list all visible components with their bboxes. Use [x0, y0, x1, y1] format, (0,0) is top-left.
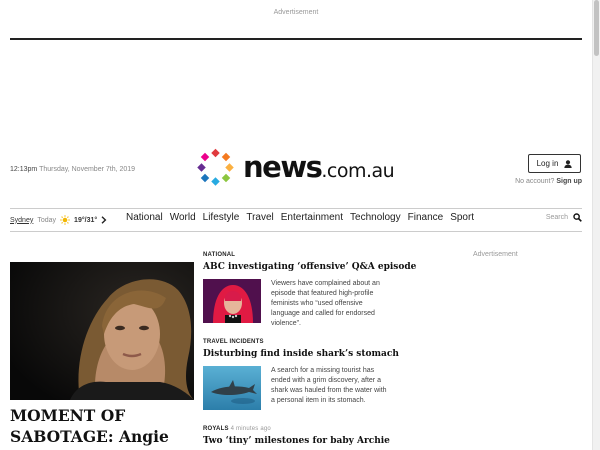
story-headline[interactable]: Disturbing find inside shark’s stomach — [203, 349, 399, 359]
story-summary: A search for a missing tourist has ended… — [271, 367, 387, 404]
story-category: ROYALS 4 minutes ago — [203, 426, 389, 432]
story-thumbnail[interactable] — [203, 366, 261, 410]
search-icon[interactable] — [573, 213, 582, 222]
weather-city[interactable]: Sydney — [10, 217, 33, 224]
nav-top-divider — [10, 208, 582, 209]
advertisement-label-side: Advertisement — [473, 251, 518, 258]
nav-item-finance[interactable]: Finance — [408, 212, 444, 223]
nav-item-sport[interactable]: Sport — [450, 212, 474, 223]
category-label: TRAVEL INCIDENTS — [203, 339, 264, 345]
logo-wordmark: news.com.au — [243, 150, 395, 184]
nav-item-national[interactable]: National — [126, 212, 163, 223]
signup-link[interactable]: Sign up — [556, 178, 582, 185]
hero-photo — [10, 262, 194, 400]
chevron-right-icon[interactable] — [101, 216, 107, 224]
story-thumbnail[interactable] — [203, 279, 261, 323]
login-button[interactable]: Log in — [528, 154, 581, 173]
story-headline[interactable]: Two ‘tiny’ milestones for baby Archie — [203, 436, 390, 446]
site-logo[interactable]: news.com.au — [196, 148, 396, 188]
hero-headline[interactable]: MOMENT OF SABOTAGE: Angie left in tears … — [10, 405, 200, 450]
search-label[interactable]: Search — [546, 214, 568, 221]
main-nav: National World Lifestyle Travel Entertai… — [126, 212, 474, 223]
nav-item-world[interactable]: World — [170, 212, 196, 223]
story-category: NATIONAL — [203, 252, 389, 258]
hero-image[interactable] — [10, 262, 194, 400]
story-card[interactable]: TRAVEL INCIDENTS Disturbing find inside … — [203, 339, 399, 419]
header-rule — [10, 38, 582, 40]
no-account-text: No account? — [515, 178, 555, 185]
current-time: 12:13pm — [10, 166, 38, 173]
logo-domain: .com.au — [321, 160, 395, 182]
story-category: TRAVEL INCIDENTS — [203, 339, 389, 345]
search-control[interactable]: Search — [520, 213, 582, 222]
logo-icon — [197, 148, 234, 186]
sun-icon — [60, 215, 70, 225]
logo-news: news — [243, 150, 323, 184]
category-label: ROYALS — [203, 426, 229, 432]
story-time-ago: 4 minutes ago — [230, 426, 271, 432]
scrollbar-thumb[interactable] — [594, 0, 599, 56]
user-icon — [564, 159, 573, 168]
advertisement-label-top: Advertisement — [273, 9, 319, 16]
story-headline[interactable]: ABC investigating ‘offensive’ Q&A episod… — [203, 262, 416, 272]
login-label: Log in — [536, 159, 559, 168]
current-date: Thursday, November 7th, 2019 — [39, 166, 136, 173]
category-label: NATIONAL — [203, 252, 236, 258]
story-photo — [203, 279, 261, 323]
no-account-prompt: No account? Sign up — [470, 178, 582, 185]
story-summary: Viewers have complained about an episode… — [271, 280, 380, 327]
nav-item-travel[interactable]: Travel — [246, 212, 273, 223]
weather-day: Today — [37, 216, 57, 224]
weather-temps: 19°/31° — [74, 216, 98, 224]
nav-item-technology[interactable]: Technology — [350, 212, 401, 223]
story-photo — [203, 366, 261, 410]
story-card[interactable]: ROYALS 4 minutes ago Two ‘tiny’ milestone… — [203, 426, 390, 450]
scrollbar[interactable] — [592, 0, 600, 450]
weather-widget[interactable]: Sydney Today 19°/31° — [10, 214, 107, 226]
story-card[interactable]: NATIONAL ABC investigating ‘offensive’ Q… — [203, 252, 416, 332]
nav-item-entertainment[interactable]: Entertainment — [281, 212, 343, 223]
nav-bottom-divider — [10, 231, 582, 232]
current-datetime: 12:13pm Thursday, November 7th, 2019 — [10, 166, 135, 173]
nav-item-lifestyle[interactable]: Lifestyle — [203, 212, 240, 223]
